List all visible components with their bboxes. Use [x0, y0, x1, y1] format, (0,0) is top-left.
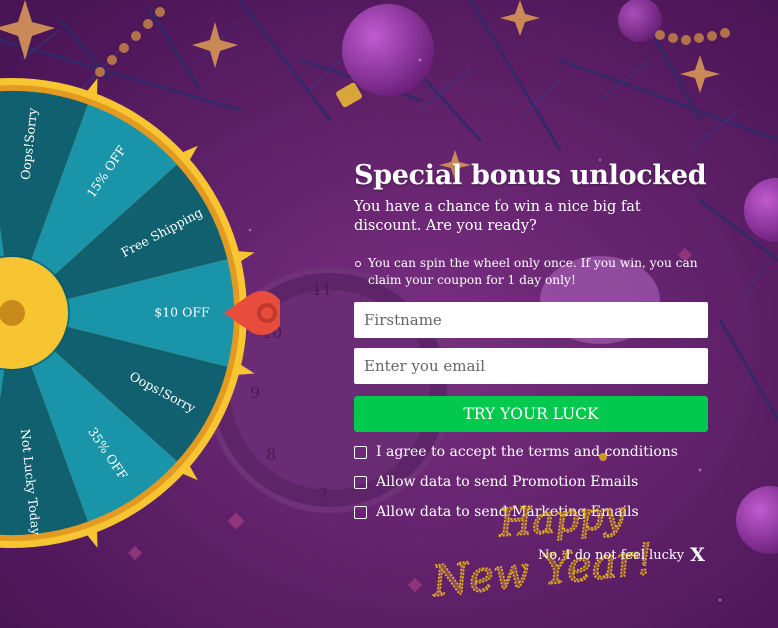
try-your-luck-button[interactable]: TRY YOUR LUCK — [354, 396, 708, 433]
decline-label: No, I do not feel lucky — [538, 548, 685, 563]
close-icon[interactable]: X — [690, 546, 705, 565]
svg-text:11: 11 — [312, 280, 332, 299]
prize-wheel[interactable]: Oops!Sorry 15% OFFFree Shipping$10 OFFOop… — [0, 0, 280, 628]
promotion-emails-checkbox[interactable] — [354, 475, 367, 489]
popup-subtitle: You have a chance to win a nice big fat … — [354, 199, 641, 234]
terms-checkbox[interactable] — [354, 445, 367, 459]
terms-checkbox-label: I agree to accept the terms and conditio… — [376, 444, 678, 461]
svg-text:7: 7 — [318, 485, 328, 504]
popup-title: Special bonus unlocked — [354, 160, 707, 191]
rules-list-item: You can spin the wheel only once. If you… — [355, 255, 710, 290]
wheel-segment-label: $10 OFF — [154, 305, 210, 320]
marketing-emails-checkbox-label: Allow data to send Marketing Emails — [376, 504, 639, 521]
terms-checkbox-row[interactable]: I agree to accept the terms and conditio… — [354, 442, 710, 462]
decline-link[interactable]: No, I do not feel lucky X — [538, 546, 705, 565]
promotion-emails-checkbox-row[interactable]: Allow data to send Promotion Emails — [354, 472, 710, 492]
marketing-emails-checkbox[interactable] — [354, 505, 367, 519]
marketing-emails-checkbox-row[interactable]: Allow data to send Marketing Emails — [354, 502, 710, 522]
sparkle-icon — [599, 453, 607, 461]
promotion-emails-checkbox-label: Allow data to send Promotion Emails — [376, 474, 639, 491]
rules-list: You can spin the wheel only once. If you… — [354, 255, 710, 290]
email-input[interactable] — [354, 348, 708, 385]
signup-panel: Special bonus unlocked You have a chance… — [354, 160, 710, 522]
firstname-input[interactable] — [354, 302, 708, 339]
